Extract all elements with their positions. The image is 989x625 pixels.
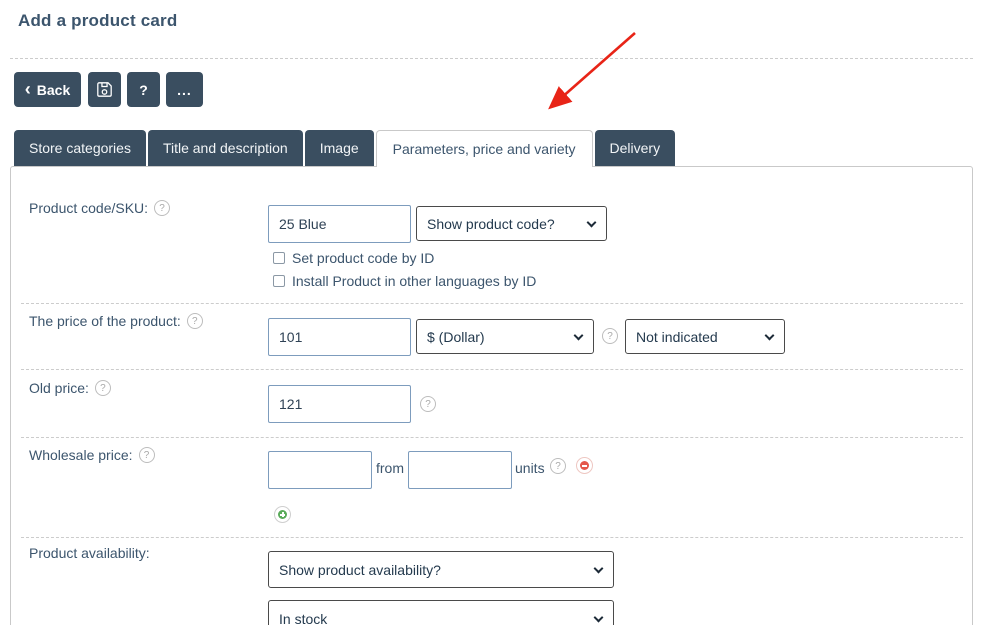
availability-label-text: Product availability: [29, 545, 150, 561]
checkbox[interactable] [273, 275, 285, 287]
chevron-down-icon [594, 612, 604, 622]
product-code-label: Product code/SKU: ? [29, 200, 170, 216]
toolbar-help-label: ? [139, 82, 148, 98]
tab-label: Delivery [610, 140, 661, 156]
price-label: The price of the product: ? [29, 313, 203, 329]
checkbox-label: Install Product in other languages by ID [292, 273, 536, 289]
tab-label: Title and description [163, 140, 288, 156]
back-button[interactable]: ‹ Back [14, 72, 81, 107]
chevron-down-icon [765, 330, 775, 340]
toolbar-more-button[interactable]: ... [166, 72, 203, 107]
save-floppy-icon [96, 81, 113, 98]
toolbar-more-label: ... [177, 82, 192, 98]
add-product-card-page: Add a product card ‹ Back ? ... Store ca… [0, 0, 989, 625]
tab-label: Parameters, price and variety [393, 141, 576, 157]
tab-delivery[interactable]: Delivery [595, 130, 676, 166]
show-availability-select[interactable]: Show product availability? [268, 551, 614, 588]
back-button-label: Back [37, 82, 70, 98]
availability-label: Product availability: [29, 545, 150, 561]
page-title: Add a product card [18, 11, 177, 31]
tab-store-categories[interactable]: Store categories [14, 130, 146, 166]
tab-parameters-price[interactable]: Parameters, price and variety [376, 130, 593, 167]
units-text: units [515, 460, 545, 476]
price-extra-select[interactable]: Not indicated [625, 319, 785, 354]
annotation-arrow [540, 26, 644, 116]
help-icon[interactable]: ? [550, 458, 566, 474]
row-divider [21, 437, 963, 438]
tab-label: Store categories [29, 140, 131, 156]
help-icon[interactable]: ? [95, 380, 111, 396]
wholesale-price-label: Wholesale price: ? [29, 447, 155, 463]
price-label-text: The price of the product: [29, 313, 181, 329]
stock-status-select[interactable]: In stock [268, 600, 614, 625]
price-input[interactable] [268, 318, 411, 356]
show-product-code-select[interactable]: Show product code? [416, 206, 607, 241]
wholesale-price-input[interactable] [268, 451, 372, 489]
checkbox-label: Set product code by ID [292, 250, 434, 266]
currency-value: $ (Dollar) [427, 329, 485, 345]
tab-image[interactable]: Image [305, 130, 374, 166]
tab-label: Image [320, 140, 359, 156]
help-icon[interactable]: ? [602, 328, 618, 344]
product-code-input[interactable] [268, 205, 411, 243]
show-availability-value: Show product availability? [279, 562, 441, 578]
row-divider [21, 303, 963, 304]
show-product-code-value: Show product code? [427, 216, 555, 232]
product-code-label-text: Product code/SKU: [29, 200, 148, 216]
remove-row-icon[interactable] [576, 457, 593, 474]
header-divider [10, 58, 973, 59]
checkbox[interactable] [273, 252, 285, 264]
chevron-down-icon [574, 330, 584, 340]
save-button[interactable] [88, 72, 121, 107]
help-icon[interactable]: ? [420, 396, 436, 412]
install-languages-checkbox-row[interactable]: Install Product in other languages by ID [273, 273, 536, 289]
help-icon[interactable]: ? [154, 200, 170, 216]
old-price-label-text: Old price: [29, 380, 89, 396]
stock-status-value: In stock [279, 611, 327, 625]
old-price-label: Old price: ? [29, 380, 111, 396]
toolbar-help-button[interactable]: ? [127, 72, 160, 107]
plus-dot-icon [278, 510, 287, 519]
price-extra-value: Not indicated [636, 329, 718, 345]
help-icon[interactable]: ? [139, 447, 155, 463]
add-row-icon[interactable] [274, 506, 291, 523]
old-price-input[interactable] [268, 385, 411, 423]
chevron-down-icon [594, 563, 604, 573]
row-divider [21, 537, 963, 538]
wholesale-label-text: Wholesale price: [29, 447, 133, 463]
set-code-by-id-checkbox-row[interactable]: Set product code by ID [273, 250, 434, 266]
chevron-left-icon: ‹ [25, 80, 31, 98]
help-icon[interactable]: ? [187, 313, 203, 329]
currency-select[interactable]: $ (Dollar) [416, 319, 594, 354]
chevron-down-icon [587, 217, 597, 227]
minus-dot-icon [580, 461, 589, 470]
tab-bar: Store categories Title and description I… [14, 130, 677, 167]
tab-title-description[interactable]: Title and description [148, 130, 303, 166]
wholesale-qty-input[interactable] [408, 451, 512, 489]
row-divider [21, 369, 963, 370]
from-text: from [376, 460, 404, 476]
tab-content-panel: Product code/SKU: ? Show product code? S… [10, 166, 973, 625]
